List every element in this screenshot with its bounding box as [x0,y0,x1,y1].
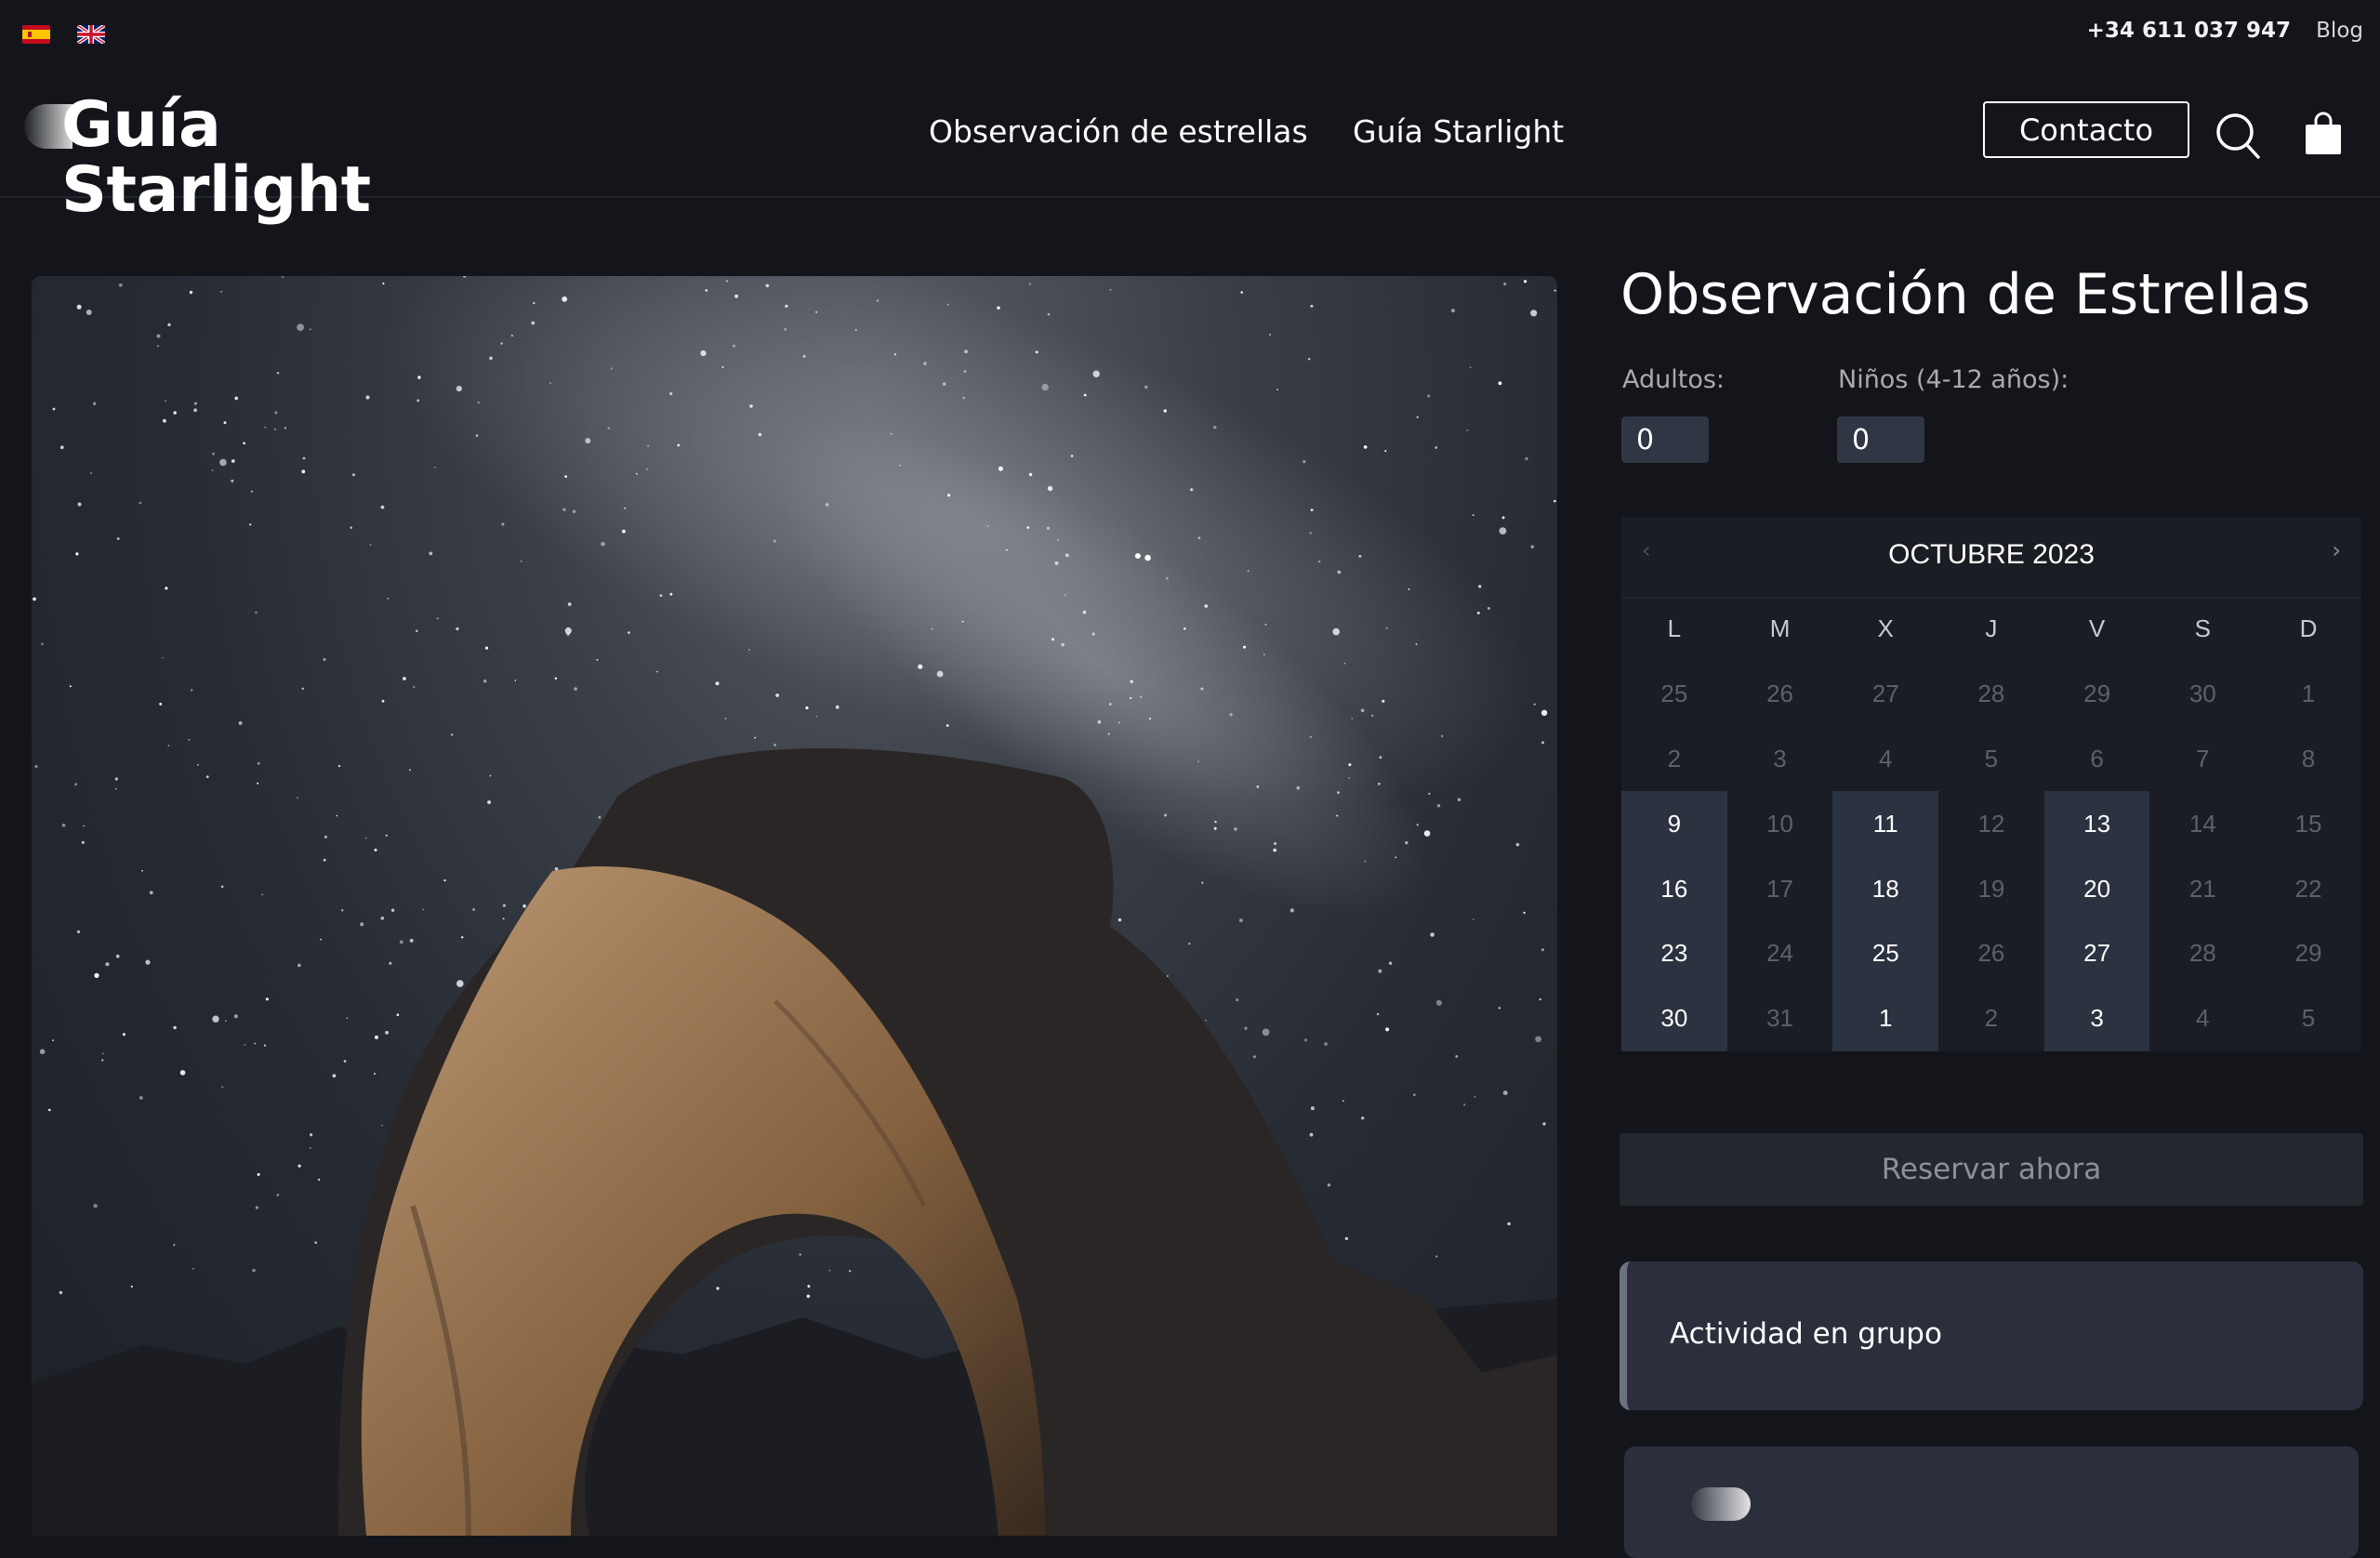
nav-item-guia-starlight[interactable]: Guía Starlight [1353,113,1564,150]
calendar-day: 27 [1871,680,1899,708]
activity-label: Actividad en grupo [1670,1317,1942,1351]
children-input[interactable] [1837,416,1924,463]
calendar-day: 2 [1667,744,1682,772]
calendar-day-available[interactable]: 16 [1621,856,1727,921]
calendar-month: OCTUBRE 2023 [1888,539,2095,570]
calendar-day: 24 [1766,939,1793,968]
calendar-day-available[interactable]: 20 [2043,856,2150,921]
info-card [1624,1446,2359,1558]
calendar-day: 1 [2301,680,2316,708]
weekday-header: X [1877,614,1894,643]
calendar-day: 2 [1984,1004,1999,1033]
site-logo[interactable]: Guía Starlight [24,93,489,223]
calendar-day: 21 [2188,874,2216,903]
calendar-day: 12 [1977,809,2005,838]
calendar-day: 6 [2090,744,2104,772]
calendar-day-available[interactable]: 9 [1621,791,1727,857]
calendar-day: 5 [2301,1004,2316,1033]
calendar-day: 7 [2196,744,2210,772]
calendar-day: 15 [2294,809,2322,838]
phone-number[interactable]: +34 611 037 947 [2087,19,2291,43]
calendar-day-available[interactable]: 30 [1621,985,1727,1051]
spain-flag-icon[interactable] [22,25,50,44]
activity-card: Actividad en grupo [1620,1261,2363,1410]
calendar-day: 4 [2196,1004,2210,1033]
blog-link[interactable]: Blog [2316,19,2363,43]
calendar-day-available[interactable]: 18 [1832,856,1939,921]
adults-label: Adultos: [1622,365,1726,394]
search-icon[interactable] [2215,112,2261,160]
calendar-day: 19 [1977,874,2005,903]
calendar-day: 28 [2188,939,2216,968]
calendar-day-available[interactable]: 23 [1621,920,1727,986]
product-title: Observación de Estrellas [1620,262,2311,327]
weekday-header: S [2194,614,2211,643]
next-month-icon[interactable]: › [2332,537,2341,563]
calendar-day: 10 [1766,809,1793,838]
calendar-header: ‹ OCTUBRE 2023 › [1621,517,2361,599]
booking-calendar: ‹ OCTUBRE 2023 › L M X J V S D 25 26 27 28 29 30 1 2 3 4… [1621,517,2361,1051]
calendar-day: 5 [1984,744,1999,772]
calendar-day: 29 [2083,680,2111,708]
calendar-day-available[interactable]: 25 [1832,920,1939,986]
calendar-day: 17 [1766,874,1793,903]
shopping-bag-icon[interactable] [2304,112,2343,156]
calendar-day: 30 [2188,680,2216,708]
calendar-day-available[interactable]: 1 [1832,985,1939,1051]
weekday-header: V [2088,614,2106,643]
nav-item-observacion[interactable]: Observación de estrellas [929,113,1308,150]
calendar-day: 25 [1660,680,1688,708]
weekday-header: D [2299,614,2318,643]
calendar-day-available[interactable]: 13 [2043,791,2150,857]
calendar-day: 29 [2294,939,2322,968]
weekday-header: L [1667,614,1682,643]
calendar-day: 31 [1766,1004,1793,1033]
calendar-day: 22 [2294,874,2322,903]
reserve-button[interactable]: Reservar ahora [1620,1133,2363,1206]
contact-button[interactable]: Contacto [1983,101,2189,158]
calendar-day: 14 [2188,809,2216,838]
top-bar: +34 611 037 947 Blog [0,0,2380,65]
calendar-grid: L M X J V S D 25 26 27 28 29 30 1 2 3 4 5 6 7 8 9 10 11 12 13 14 15… [1621,597,2361,1051]
calendar-day-available[interactable]: 3 [2043,985,2150,1051]
calendar-day: 26 [1766,680,1793,708]
calendar-day: 28 [1977,680,2005,708]
adults-input[interactable] [1621,416,1709,463]
children-label: Niños (4-12 años): [1838,365,2069,394]
weekday-header: J [1985,614,1998,643]
weekday-header: M [1769,614,1791,643]
logo-mark-icon [1691,1487,1751,1521]
site-header: Guía Starlight Observación de estrellas … [0,65,2380,223]
calendar-day-available[interactable]: 27 [2043,920,2150,986]
calendar-day: 4 [1878,744,1893,772]
calendar-day: 3 [1773,744,1787,772]
calendar-day: 8 [2301,744,2316,772]
uk-flag-icon[interactable] [77,25,105,44]
product-photo [32,276,1557,1536]
calendar-day-available[interactable]: 11 [1832,791,1939,857]
calendar-day: 26 [1977,939,2005,968]
logo-text: Guía Starlight [61,88,371,227]
